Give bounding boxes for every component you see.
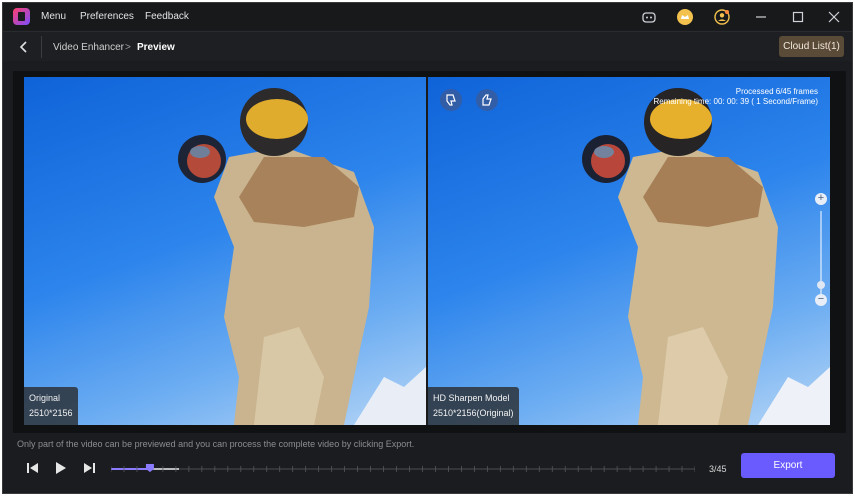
model-preview-pane: Processed 6/45 frames Remaining time: 00…	[428, 77, 830, 425]
preview-hint: Only part of the video can be previewed …	[17, 439, 415, 449]
pane-resolution: 2510*2156	[29, 408, 73, 418]
preview-stage: Original 2510*2156 Processed 6/45 frames…	[13, 71, 846, 433]
remaining-time: Remaining time: 00: 00: 39 ( 1 Second/Fr…	[653, 97, 818, 106]
dislike-button[interactable]	[440, 89, 462, 111]
pane-title: Original	[29, 393, 61, 403]
app-window: Menu Preferences Feedback Video Enhancer…	[2, 2, 853, 494]
back-arrow-icon[interactable]	[17, 40, 31, 54]
snowboarder-image	[582, 88, 830, 425]
frame-counter: 3/45	[709, 464, 727, 474]
maximize-icon[interactable]	[790, 9, 806, 25]
cloud-list-button[interactable]: Cloud List(1)	[779, 36, 844, 57]
previous-frame-icon[interactable]	[25, 461, 41, 475]
breadcrumb-bar: Video Enhancer > Preview Cloud List(1)	[3, 31, 852, 61]
breadcrumb-current: Preview	[137, 42, 175, 53]
minimize-icon[interactable]	[753, 9, 769, 25]
crown-icon[interactable]	[677, 9, 693, 25]
user-icon[interactable]	[714, 9, 730, 25]
next-frame-icon[interactable]	[81, 461, 97, 475]
frame-timeline[interactable]	[111, 463, 695, 475]
divider	[41, 36, 42, 58]
split-divider[interactable]	[426, 77, 428, 425]
play-icon[interactable]	[53, 461, 69, 475]
menu-button[interactable]: Menu	[41, 11, 66, 22]
zoom-out-button[interactable]: −	[815, 294, 827, 306]
zoom-in-button[interactable]: +	[815, 193, 827, 205]
discord-icon[interactable]	[641, 9, 657, 25]
original-preview-pane: Original 2510*2156	[24, 77, 426, 425]
title-bar: Menu Preferences Feedback	[3, 3, 852, 30]
snowboarder-image	[178, 88, 426, 425]
thumbs-down-icon	[446, 94, 456, 106]
pane-info: Original 2510*2156	[24, 387, 78, 425]
thumbs-up-icon	[482, 94, 492, 106]
close-icon[interactable]	[826, 9, 842, 25]
export-button[interactable]: Export	[741, 453, 835, 478]
breadcrumb-separator: >	[125, 42, 131, 53]
zoom-slider-handle[interactable]	[817, 281, 825, 289]
pane-title: HD Sharpen Model	[433, 393, 510, 403]
like-button[interactable]	[476, 89, 498, 111]
processing-status: Processed 6/45 frames Remaining time: 00…	[653, 87, 818, 107]
processed-frames: Processed 6/45 frames	[735, 87, 818, 96]
timeline-playhead[interactable]	[145, 464, 154, 472]
pane-resolution: 2510*2156(Original)	[433, 408, 514, 418]
app-logo	[13, 8, 30, 25]
breadcrumb-parent[interactable]: Video Enhancer	[53, 42, 124, 53]
pane-info: HD Sharpen Model 2510*2156(Original)	[428, 387, 519, 425]
feedback-button[interactable]: Feedback	[145, 11, 189, 22]
preferences-button[interactable]: Preferences	[80, 11, 134, 22]
